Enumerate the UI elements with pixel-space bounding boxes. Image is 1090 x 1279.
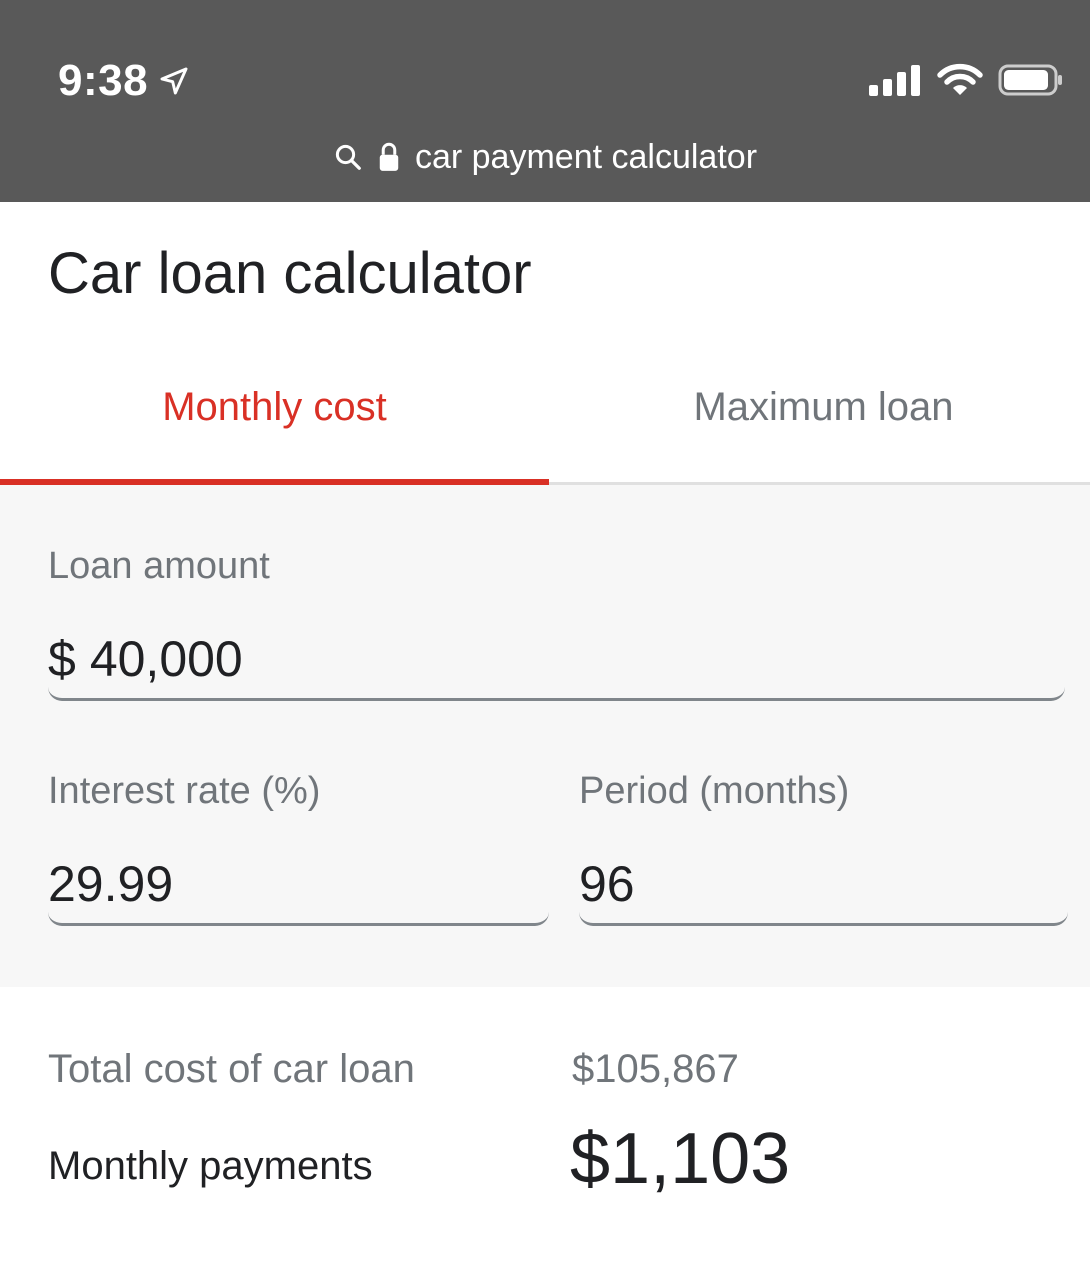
interest-rate-label: Interest rate (%) [48, 770, 321, 812]
calculator-tabs: Monthly cost Maximum loan [0, 340, 1090, 485]
cellular-signal-icon [869, 64, 920, 96]
tab-monthly-cost[interactable]: Monthly cost [0, 340, 549, 482]
monthly-payments-value: $1,103 [570, 1119, 791, 1199]
monthly-payments-label: Monthly payments [48, 1144, 373, 1188]
loan-amount-field[interactable]: $ [48, 619, 1065, 701]
status-time-group: 9:38 [58, 56, 190, 106]
battery-icon [998, 64, 1062, 96]
tab-monthly-cost-label: Monthly cost [162, 384, 387, 429]
loan-amount-label: Loan amount [48, 545, 270, 587]
url-query-text: car payment calculator [414, 137, 758, 176]
period-label: Period (months) [579, 770, 850, 812]
loan-amount-input[interactable] [89, 629, 1065, 688]
period-input[interactable] [579, 854, 1068, 913]
url-bar[interactable]: car payment calculator [0, 132, 1090, 182]
interest-rate-field[interactable] [48, 844, 549, 926]
wifi-icon [937, 63, 983, 95]
page-title: Car loan calculator [48, 241, 532, 306]
period-field[interactable] [579, 844, 1068, 926]
tab-maximum-loan[interactable]: Maximum loan [549, 340, 1090, 482]
status-icons [869, 62, 1064, 98]
currency-prefix: $ [48, 630, 76, 687]
calculator-form: Loan amount $ Interest rate (%) Period (… [0, 485, 1090, 987]
interest-rate-input[interactable] [48, 854, 549, 913]
total-cost-label: Total cost of car loan [48, 1047, 415, 1091]
tab-maximum-loan-label: Maximum loan [693, 384, 954, 429]
status-time: 9:38 [58, 56, 149, 105]
total-cost-value: $105,867 [572, 1047, 739, 1091]
search-icon [335, 144, 361, 170]
browser-top-bar: 9:38 car payment calculator [0, 0, 1090, 202]
location-arrow-icon [160, 67, 188, 95]
lock-icon [379, 142, 399, 171]
